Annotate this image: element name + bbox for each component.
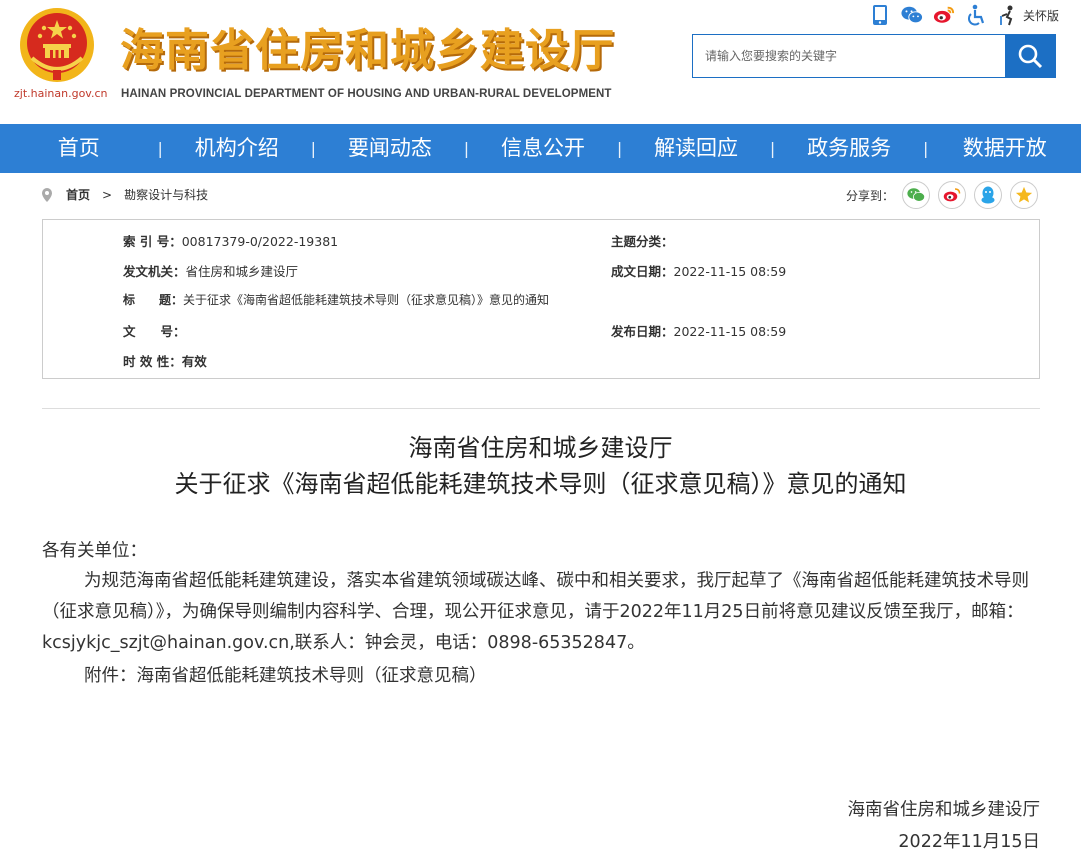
- weibo-icon[interactable]: [933, 4, 955, 26]
- info-key: 主题分类：: [611, 234, 674, 249]
- search-button[interactable]: [1005, 35, 1055, 77]
- search-icon: [1018, 44, 1043, 69]
- search-box: [692, 34, 1056, 78]
- signature-date: 2022年11月15日: [898, 832, 1040, 852]
- info-created-date: 成文日期：2022-11-15 08:59: [611, 261, 786, 280]
- location-pin-icon: [42, 187, 52, 202]
- document-org-heading: 海南省住房和城乡建设厅: [408, 434, 673, 462]
- wechat-icon[interactable]: [901, 4, 923, 26]
- breadcrumb: 首页 > 勘察设计与科技: [42, 186, 208, 203]
- nav-item-news[interactable]: 要闻动态: [316, 124, 464, 173]
- site-title[interactable]: 海南省住房和城乡建设厅: [120, 14, 615, 78]
- mobile-icon[interactable]: [869, 4, 891, 26]
- weibo-icon: [943, 188, 961, 202]
- top-toolbar: 关怀版: [869, 3, 1059, 27]
- document-salutation: 各有关单位：: [42, 541, 147, 561]
- search-input[interactable]: [693, 35, 1005, 77]
- accessibility-icon[interactable]: [965, 4, 987, 26]
- nav-separator: |: [310, 139, 317, 158]
- nav-item-disclosure[interactable]: 信息公开: [469, 124, 617, 173]
- info-key: 文 号：: [123, 324, 186, 339]
- breadcrumb-current[interactable]: 勘察设计与科技: [124, 186, 208, 203]
- share-label: 分享到：: [846, 188, 895, 203]
- share-qzone-button[interactable]: [1010, 181, 1039, 209]
- main-nav: 首页 | 机构介绍 | 要闻动态 | 信息公开 | 解读回应 | 政务服务 | …: [0, 124, 1081, 173]
- share-wechat-button[interactable]: [902, 181, 931, 209]
- info-value: 2022-11-15 08:59: [673, 264, 787, 279]
- signature-org: 海南省住房和城乡建设厅: [847, 800, 1041, 820]
- nav-item-interpretation[interactable]: 解读回应: [622, 124, 770, 173]
- info-key: 发布日期：: [611, 324, 674, 339]
- info-value: 关于征求《海南省超低能耗建筑技术导则（征求意见稿）》意见的通知: [183, 293, 550, 307]
- nav-separator: |: [463, 139, 470, 158]
- document-attachment-link[interactable]: 附件：海南省超低能耗建筑技术导则（征求意见稿）: [84, 662, 487, 687]
- info-title: 标 题：关于征求《海南省超低能耗建筑技术导则（征求意见稿）》意见的通知: [123, 291, 549, 308]
- site-header: zjt.hainan.gov.cn 海南省住房和城乡建设厅 HAINAN PRO…: [0, 0, 1081, 124]
- info-key: 时 效 性：: [123, 354, 182, 369]
- document-info-table: 索 引 号：00817379-0/2022-19381 主题分类： 发文机关：省…: [42, 219, 1040, 379]
- content-divider: [42, 408, 1040, 409]
- nav-separator: |: [769, 139, 776, 158]
- info-value: 有效: [181, 354, 207, 369]
- info-value: 00817379-0/2022-19381: [181, 234, 339, 249]
- nav-item-home[interactable]: 首页: [0, 124, 158, 173]
- breadcrumb-separator: >: [102, 187, 113, 202]
- document-paragraph: 为规范海南省超低能耗建筑建设，落实本省建筑领域碳达峰、碳中和相关要求，我厅起草了…: [42, 571, 1029, 653]
- info-value: 2022-11-15 08:59: [673, 324, 787, 339]
- info-key: 成文日期：: [611, 264, 674, 279]
- site-subtitle: HAINAN PROVINCIAL DEPARTMENT OF HOUSING …: [121, 88, 612, 100]
- document-title: 关于征求《海南省超低能耗建筑技术导则（征求意见稿）》意见的通知: [174, 470, 907, 498]
- info-key: 发文机关：: [123, 264, 186, 279]
- nav-item-services[interactable]: 政务服务: [775, 124, 923, 173]
- nav-item-organization[interactable]: 机构介绍: [163, 124, 311, 173]
- info-index-number: 索 引 号：00817379-0/2022-19381: [123, 231, 338, 250]
- share-weibo-button[interactable]: [938, 181, 967, 209]
- site-url[interactable]: zjt.hainan.gov.cn: [14, 87, 107, 100]
- qzone-icon: [1015, 186, 1033, 203]
- info-category: 主题分类：: [611, 231, 674, 250]
- share-qq-button[interactable]: [974, 181, 1003, 209]
- info-value: 省住房和城乡建设厅: [185, 264, 299, 279]
- info-validity: 时 效 性：有效: [123, 351, 207, 370]
- info-key: 索 引 号：: [123, 234, 182, 249]
- nav-separator: |: [616, 139, 623, 158]
- qq-icon: [981, 186, 995, 204]
- share-bar: 分享到：: [846, 181, 1039, 209]
- national-emblem-icon[interactable]: [18, 6, 96, 84]
- info-issuer: 发文机关：省住房和城乡建设厅: [123, 261, 298, 280]
- info-published-date: 发布日期：2022-11-15 08:59: [611, 321, 786, 340]
- info-key: 标 题：: [123, 293, 184, 307]
- wechat-icon: [907, 188, 926, 202]
- nav-separator: |: [157, 139, 163, 158]
- care-mode-icon[interactable]: [997, 4, 1019, 26]
- care-mode-label[interactable]: 关怀版: [1023, 7, 1059, 24]
- nav-item-open-data[interactable]: 数据开放: [928, 124, 1081, 173]
- info-doc-number: 文 号：: [123, 321, 186, 340]
- nav-separator: |: [923, 139, 929, 158]
- breadcrumb-home[interactable]: 首页: [66, 186, 90, 203]
